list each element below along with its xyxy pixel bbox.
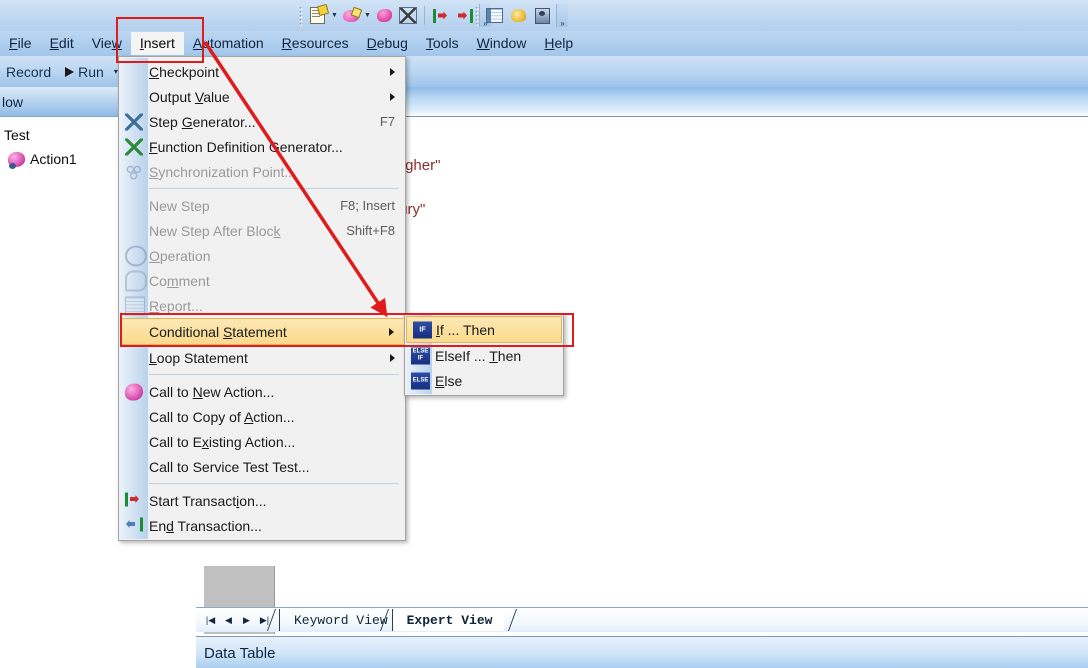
bottom-left-filler — [0, 636, 196, 668]
toolbar-grip-handle-2[interactable] — [475, 5, 479, 26]
menu-item-report: Report... — [119, 293, 405, 318]
toolbar-grip-handle[interactable] — [299, 5, 303, 26]
tab-label: Keyword View — [294, 612, 388, 628]
new-document-icon[interactable] — [307, 5, 329, 27]
menu-separator — [149, 188, 399, 189]
tab-navigation-buttons: |◀ ◀ ▶ ▶| — [196, 611, 273, 629]
next-tab-icon[interactable]: ▶ — [238, 611, 255, 629]
menubar-item-edit[interactable]: Edit — [41, 32, 83, 55]
menubar-item-insert[interactable]: Insert — [130, 32, 184, 55]
menubar-item-window[interactable]: Window — [468, 32, 536, 55]
operation-icon — [125, 245, 147, 266]
menu-item-call-to-existing-action[interactable]: Call to Existing Action... — [119, 429, 405, 454]
else-icon: ELSE — [411, 372, 430, 389]
submenu-item-if-then[interactable]: IF If ... Then — [406, 316, 562, 343]
toolbar-separator — [424, 6, 425, 25]
menu-item-new-step-after-block: New Step After Block Shift+F8 — [149, 222, 395, 239]
menu-item-call-to-service-test-test[interactable]: Call to Service Test Test... — [119, 454, 405, 479]
previous-tab-icon[interactable]: ◀ — [220, 611, 237, 629]
tab-label: Expert View — [406, 612, 493, 628]
submenu-arrow-icon — [390, 92, 395, 101]
menu-item-step-generator[interactable]: Step Generator... F7 — [119, 109, 405, 134]
object-repository-icon[interactable] — [340, 5, 362, 27]
tree-item-label: Action1 — [30, 151, 77, 167]
menu-item-start-transaction[interactable]: Start Transaction... — [119, 488, 405, 513]
menu-bar: FFileile Edit View Insert Automation Res… — [0, 31, 1088, 56]
submenu-item-else[interactable]: ELSE Else — [405, 368, 563, 393]
menubar-item-help[interactable]: Help — [535, 32, 582, 55]
menu-separator — [149, 483, 399, 484]
menu-item-conditional-statement[interactable]: Conditional Statement — [120, 318, 404, 345]
record-toolbar-group: ▼ ▼ » — [296, 2, 491, 29]
tree-item-label: Test — [4, 127, 30, 143]
data-table-pane: Data Table — [196, 636, 1088, 668]
main-toolbar: ▼ ▼ » » — [0, 0, 1088, 31]
menu-item-call-to-new-action[interactable]: Call to New Action... — [119, 379, 405, 404]
action-icon — [8, 151, 25, 169]
menubar-item-automation[interactable]: Automation — [184, 32, 273, 55]
comment-icon — [125, 270, 147, 291]
if-then-icon: IF — [413, 321, 432, 338]
first-tab-icon[interactable]: |◀ — [202, 611, 219, 629]
menubar-item-debug[interactable]: Debug — [358, 32, 417, 55]
information-pane-icon[interactable] — [531, 5, 553, 27]
object-spy-icon[interactable] — [373, 5, 395, 27]
menubar-item-tools[interactable]: Tools — [417, 32, 468, 55]
submenu-arrow-icon — [390, 353, 395, 362]
start-transaction-icon — [125, 492, 143, 509]
menu-item-loop-statement[interactable]: Loop Statement — [119, 345, 405, 370]
record-button[interactable]: Record — [0, 64, 57, 80]
menu-item-shortcut: F8; Insert — [340, 198, 395, 213]
submenu-arrow-icon — [390, 67, 395, 76]
run-button[interactable]: Run — [78, 64, 110, 80]
menu-item-checkpoint[interactable]: Checkpoint — [119, 59, 405, 84]
function-definition-generator-icon — [125, 138, 143, 155]
view-toolbar-overflow-icon[interactable]: » — [556, 4, 568, 28]
object-repository-dropdown-icon[interactable]: ▼ — [363, 5, 372, 27]
insert-dropdown-menu: Checkpoint Output Value Step Generator..… — [118, 56, 406, 541]
end-transaction-icon — [125, 517, 143, 534]
elseif-then-icon: ELSE IF — [411, 347, 430, 364]
run-play-icon[interactable] — [65, 66, 75, 77]
qtp-application-window: ▼ ▼ » » FFileile Edit View Insert Automa… — [0, 0, 1088, 668]
new-action-icon — [125, 383, 143, 400]
menubar-item-resources[interactable]: Resources — [273, 32, 358, 55]
menu-item-new-step: New Step F8; Insert — [149, 197, 395, 214]
menu-item-operation: Operation — [119, 243, 405, 268]
synchronization-point-icon — [125, 163, 143, 180]
new-document-dropdown-icon[interactable]: ▼ — [330, 5, 339, 27]
view-toolbar-group: » — [472, 2, 568, 29]
data-table-title: Data Table — [204, 644, 276, 662]
step-generator-icon[interactable] — [397, 5, 419, 27]
conditional-statement-submenu: IF If ... Then ELSE IF ElseIf ... Then EL… — [404, 313, 564, 396]
menu-item-comment: Comment — [119, 268, 405, 293]
submenu-arrow-icon — [389, 327, 394, 336]
start-transaction-icon[interactable] — [430, 5, 452, 27]
data-table-icon[interactable] — [483, 5, 505, 27]
menubar-item-file[interactable]: FFileile — [0, 32, 41, 55]
menu-item-function-definition-generator[interactable]: Function Definition Generator... — [119, 134, 405, 159]
menu-item-output-value[interactable]: Output Value — [119, 84, 405, 109]
submenu-item-elseif-then[interactable]: ELSE IF ElseIf ... Then — [405, 343, 563, 368]
menu-item-shortcut: F7 — [379, 114, 395, 129]
menu-separator — [149, 374, 399, 375]
report-icon — [125, 296, 145, 315]
tab-expert-view[interactable]: Expert View — [391, 609, 505, 631]
step-generator-icon — [125, 113, 143, 130]
menu-item-call-to-copy-of-action[interactable]: Call to Copy of Action... — [119, 404, 405, 429]
menu-item-shortcut: Shift+F8 — [346, 223, 395, 238]
active-screen-icon[interactable] — [507, 5, 529, 27]
menu-item-end-transaction[interactable]: End Transaction... — [119, 513, 405, 538]
view-tab-strip: |◀ ◀ ▶ ▶| Keyword View Expert View — [196, 607, 1088, 632]
menu-item-synchronization-point: Synchronization Point... — [119, 159, 405, 184]
menubar-item-view[interactable]: View — [83, 32, 131, 55]
